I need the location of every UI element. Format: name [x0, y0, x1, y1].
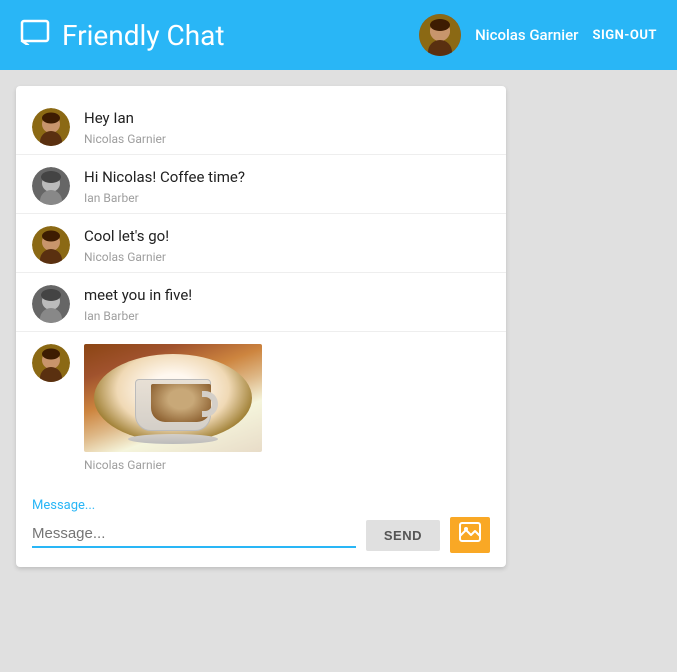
message-item: meet you in five! Ian Barber	[16, 273, 506, 332]
message-avatar	[32, 285, 70, 323]
input-row: SEND	[32, 517, 490, 553]
input-area: Message... SEND	[16, 490, 506, 567]
message-avatar	[32, 226, 70, 264]
message-content: Cool let's go! Nicolas Garnier	[84, 226, 490, 264]
send-button[interactable]: SEND	[366, 520, 440, 551]
message-avatar	[32, 108, 70, 146]
message-content: meet you in five! Ian Barber	[84, 285, 490, 323]
signout-button[interactable]: SIGN-OUT	[592, 28, 657, 43]
message-sender: Ian Barber	[84, 191, 490, 205]
header-left: Friendly Chat	[20, 19, 225, 52]
message-input-wrap	[32, 523, 356, 548]
user-name: Nicolas Garnier	[475, 26, 578, 44]
app-title: Friendly Chat	[62, 19, 225, 52]
coffee-cup-visual	[128, 379, 218, 444]
message-text: Cool let's go!	[84, 226, 490, 247]
image-upload-button[interactable]	[450, 517, 490, 553]
message-text: Hi Nicolas! Coffee time?	[84, 167, 490, 188]
message-sender: Ian Barber	[84, 309, 490, 323]
message-sender: Nicolas Garnier	[84, 132, 490, 146]
message-text: Hey Ian	[84, 108, 490, 129]
user-avatar	[419, 14, 461, 56]
chat-icon	[20, 19, 50, 52]
chat-card: Hey Ian Nicolas Garnier Hi Nicolas! Coffe…	[16, 86, 506, 567]
message-item: Nicolas Garnier	[16, 332, 506, 480]
messages-list: Hey Ian Nicolas Garnier Hi Nicolas! Coffe…	[16, 86, 506, 490]
message-item: Hey Ian Nicolas Garnier	[16, 96, 506, 155]
message-sender: Nicolas Garnier	[84, 458, 490, 472]
message-text: meet you in five!	[84, 285, 490, 306]
header-right: Nicolas Garnier SIGN-OUT	[419, 14, 657, 56]
header: Friendly Chat Nicolas Garnier SIGN-OUT	[0, 0, 677, 70]
main-content: Hey Ian Nicolas Garnier Hi Nicolas! Coffe…	[0, 70, 677, 567]
message-sender: Nicolas Garnier	[84, 250, 490, 264]
input-label: Message...	[32, 498, 490, 513]
message-content: Hi Nicolas! Coffee time? Ian Barber	[84, 167, 490, 205]
message-input[interactable]	[32, 523, 356, 544]
message-content: Hey Ian Nicolas Garnier	[84, 108, 490, 146]
image-icon	[459, 522, 481, 548]
message-item: Hi Nicolas! Coffee time? Ian Barber	[16, 155, 506, 214]
message-image	[84, 344, 262, 452]
message-content: Nicolas Garnier	[84, 344, 490, 472]
message-avatar	[32, 167, 70, 205]
message-item: Cool let's go! Nicolas Garnier	[16, 214, 506, 273]
message-avatar	[32, 344, 70, 382]
